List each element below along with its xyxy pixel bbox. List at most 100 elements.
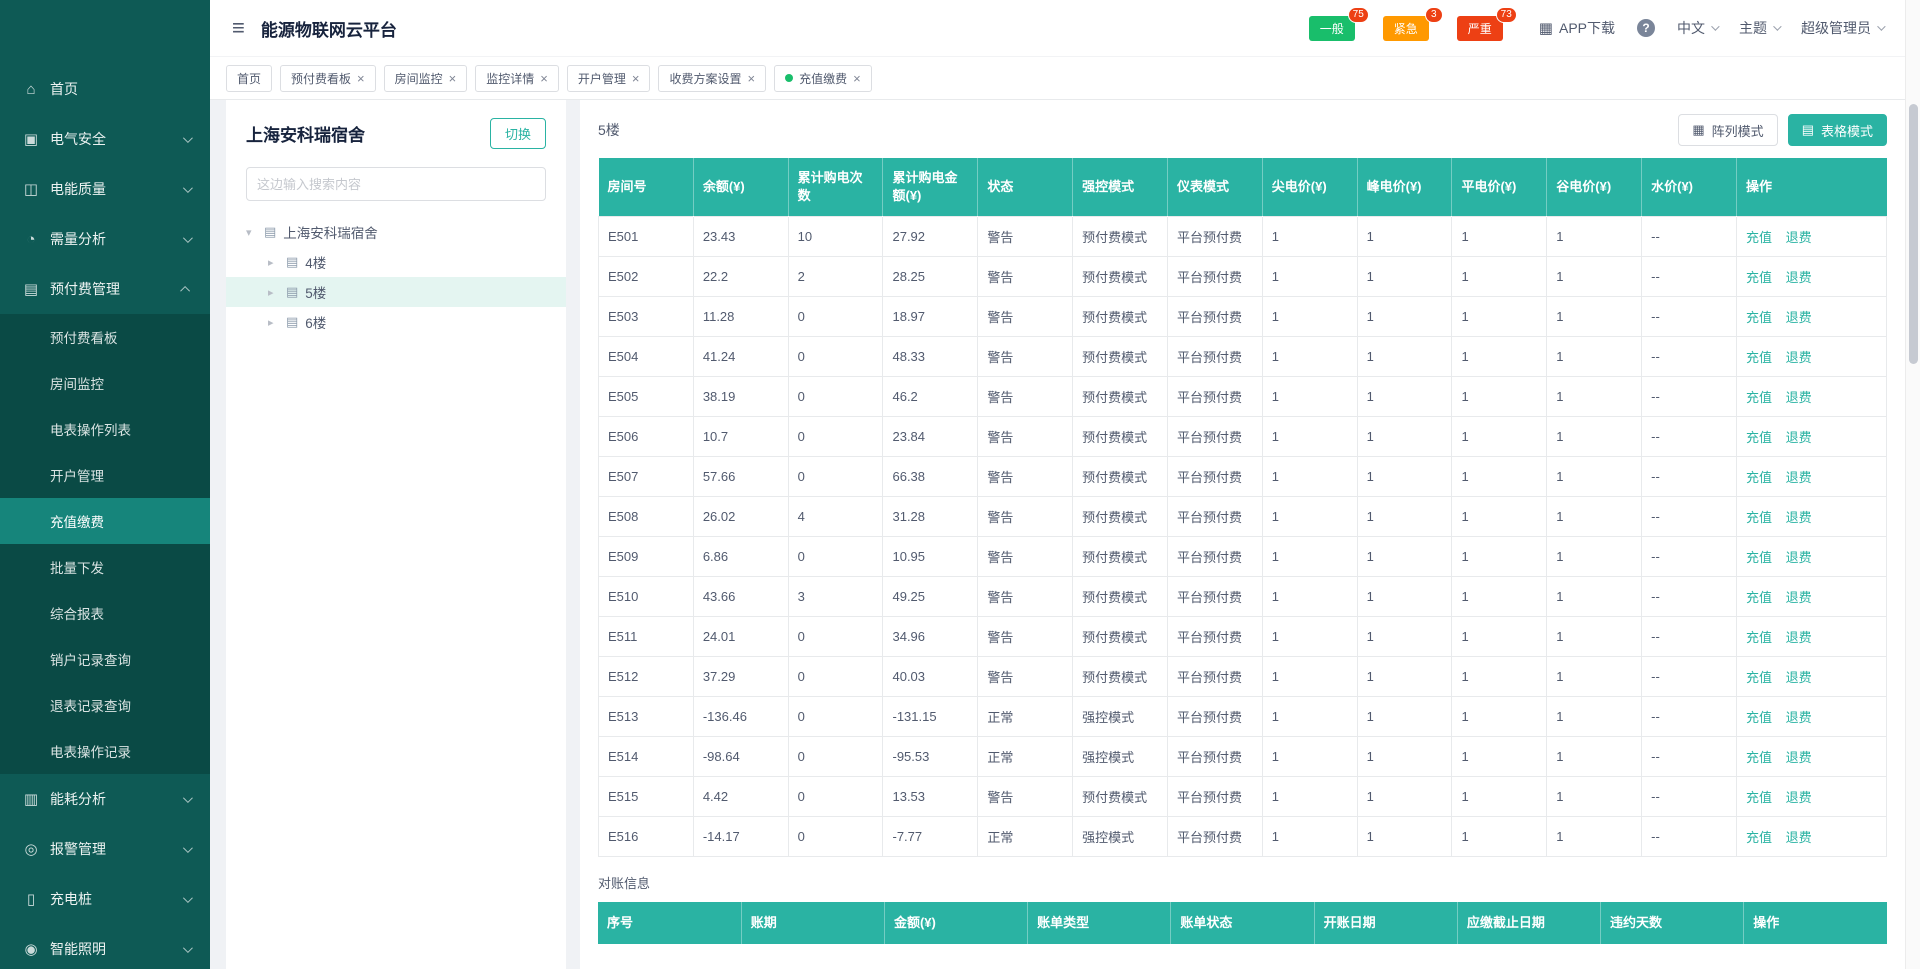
table-mode-button[interactable]: ▤ 表格模式 bbox=[1788, 114, 1887, 146]
sidebar-item-smart-lighting[interactable]: ◉ 智能照明 bbox=[0, 924, 210, 969]
recharge-link[interactable]: 充值 bbox=[1746, 790, 1772, 805]
sidebar-subitem[interactable]: 销户记录查询 bbox=[0, 636, 210, 682]
sidebar-subitem[interactable]: 房间监控 bbox=[0, 360, 210, 406]
sidebar-subitem[interactable]: 电表操作列表 bbox=[0, 406, 210, 452]
sidebar-item-electrical-safety[interactable]: ▣ 电气安全 bbox=[0, 114, 210, 164]
sidebar-item-power-quality[interactable]: ◫ 电能质量 bbox=[0, 164, 210, 214]
tree-node-label: 5楼 bbox=[305, 282, 326, 302]
user-menu[interactable]: 超级管理员 bbox=[1801, 18, 1883, 38]
water-price-cell: -- bbox=[1642, 776, 1737, 816]
tab-room-monitor[interactable]: 房间监控 × bbox=[384, 65, 468, 92]
control-mode-cell: 预付费模式 bbox=[1073, 376, 1168, 416]
sidebar-item-alarm-management[interactable]: ◎ 报警管理 bbox=[0, 824, 210, 874]
tab-fee-plan-settings[interactable]: 收费方案设置 × bbox=[658, 65, 766, 92]
recharge-link[interactable]: 充值 bbox=[1746, 750, 1772, 765]
tab-recharge-payment[interactable]: 充值缴费 × bbox=[774, 65, 872, 92]
alarm-badge-urgent[interactable]: 紧急 3 bbox=[1383, 16, 1429, 41]
sidebar-item-prepaid-management[interactable]: ▤ 预付费管理 bbox=[0, 264, 210, 314]
sidebar-item-charging-pile[interactable]: ▯ 充电桩 bbox=[0, 874, 210, 924]
refund-link[interactable]: 退费 bbox=[1786, 270, 1812, 285]
recharge-link[interactable]: 充值 bbox=[1746, 550, 1772, 565]
caret-down-icon[interactable]: ▾ bbox=[246, 226, 257, 239]
caret-right-icon[interactable]: ▸ bbox=[268, 286, 279, 299]
scrollbar-thumb[interactable] bbox=[1909, 104, 1918, 364]
caret-right-icon[interactable]: ▸ bbox=[268, 256, 279, 269]
app-download-link[interactable]: ▦ APP下载 bbox=[1539, 18, 1615, 38]
vertical-scrollbar[interactable] bbox=[1905, 0, 1920, 969]
refund-link[interactable]: 退费 bbox=[1786, 430, 1812, 445]
refund-link[interactable]: 退费 bbox=[1786, 790, 1812, 805]
tree-floor-node[interactable]: ▸ ▤ 6楼 bbox=[226, 307, 566, 337]
tree-root-node[interactable]: ▾ ▤ 上海安科瑞宿舍 bbox=[226, 217, 566, 247]
tab-label: 监控详情 bbox=[486, 70, 534, 87]
chevron-down-icon bbox=[183, 843, 193, 853]
sidebar-item-energy-analysis[interactable]: ▥ 能耗分析 bbox=[0, 774, 210, 824]
sidebar-subitem[interactable]: 批量下发 bbox=[0, 544, 210, 590]
hamburger-menu-icon[interactable]: ≡ bbox=[232, 17, 245, 39]
sidebar-subitem[interactable]: 退表记录查询 bbox=[0, 682, 210, 728]
tab-close-icon[interactable]: × bbox=[449, 72, 457, 85]
recharge-link[interactable]: 充值 bbox=[1746, 430, 1772, 445]
refund-link[interactable]: 退费 bbox=[1786, 470, 1812, 485]
recharge-link[interactable]: 充值 bbox=[1746, 310, 1772, 325]
tab-account-management[interactable]: 开户管理 × bbox=[567, 65, 651, 92]
sidebar-item-home[interactable]: ⌂ 首页 bbox=[0, 64, 210, 114]
language-selector[interactable]: 中文 bbox=[1677, 18, 1717, 38]
recharge-link[interactable]: 充值 bbox=[1746, 830, 1772, 845]
sidebar-subitem[interactable]: 开户管理 bbox=[0, 452, 210, 498]
recharge-link[interactable]: 充值 bbox=[1746, 630, 1772, 645]
refund-link[interactable]: 退费 bbox=[1786, 310, 1812, 325]
tab-prepaid-dashboard[interactable]: 预付费看板 × bbox=[280, 65, 376, 92]
matrix-mode-button[interactable]: ▦ 阵列模式 bbox=[1678, 114, 1777, 146]
tree-search-input[interactable] bbox=[246, 167, 546, 201]
recharge-link[interactable]: 充值 bbox=[1746, 390, 1772, 405]
recharge-link[interactable]: 充值 bbox=[1746, 230, 1772, 245]
theme-selector[interactable]: 主题 bbox=[1739, 18, 1779, 38]
sidebar-subitem[interactable]: 预付费看板 bbox=[0, 314, 210, 360]
alarm-management-icon: ◎ bbox=[22, 840, 40, 858]
help-icon[interactable]: ? bbox=[1637, 19, 1655, 37]
tab-close-icon[interactable]: × bbox=[632, 72, 640, 85]
tree-floor-node[interactable]: ▸ ▤ 5楼 bbox=[226, 277, 566, 307]
flat-price-cell: 1 bbox=[1452, 496, 1547, 536]
meter-mode-cell: 平台预付费 bbox=[1167, 496, 1262, 536]
tree-floor-node[interactable]: ▸ ▤ 4楼 bbox=[226, 247, 566, 277]
refund-link[interactable]: 退费 bbox=[1786, 830, 1812, 845]
recharge-link[interactable]: 充值 bbox=[1746, 350, 1772, 365]
refund-link[interactable]: 退费 bbox=[1786, 390, 1812, 405]
sidebar-subitem[interactable]: 充值缴费 bbox=[0, 498, 210, 544]
refund-link[interactable]: 退费 bbox=[1786, 710, 1812, 725]
refund-link[interactable]: 退费 bbox=[1786, 590, 1812, 605]
recharge-link[interactable]: 充值 bbox=[1746, 590, 1772, 605]
sidebar-subitem[interactable]: 综合报表 bbox=[0, 590, 210, 636]
recharge-link[interactable]: 充值 bbox=[1746, 510, 1772, 525]
table-row: E510 43.66 3 49.25 警告 预付费模式 平台预付费 1 1 1 bbox=[599, 576, 1887, 616]
tab-close-icon[interactable]: × bbox=[853, 72, 861, 85]
refund-link[interactable]: 退费 bbox=[1786, 550, 1812, 565]
refund-link[interactable]: 退费 bbox=[1786, 670, 1812, 685]
recharge-link[interactable]: 充值 bbox=[1746, 710, 1772, 725]
refund-link[interactable]: 退费 bbox=[1786, 630, 1812, 645]
refund-link[interactable]: 退费 bbox=[1786, 750, 1812, 765]
chevron-down-icon bbox=[1773, 22, 1781, 30]
tab-home[interactable]: 首页 bbox=[226, 65, 272, 92]
sidebar-subitem[interactable]: 电表操作记录 bbox=[0, 728, 210, 774]
water-price-cell: -- bbox=[1642, 616, 1737, 656]
switch-building-button[interactable]: 切换 bbox=[490, 118, 546, 149]
alarm-badge-severe[interactable]: 严重 73 bbox=[1457, 16, 1503, 41]
sidebar-item-demand-analysis[interactable]: ◔ 需量分析 bbox=[0, 214, 210, 264]
balance-cell: 6.86 bbox=[693, 536, 788, 576]
submenu-label: 销户记录查询 bbox=[50, 649, 131, 669]
caret-right-icon[interactable]: ▸ bbox=[268, 316, 279, 329]
tab-close-icon[interactable]: × bbox=[747, 72, 755, 85]
refund-link[interactable]: 退费 bbox=[1786, 510, 1812, 525]
alarm-badge-general[interactable]: 一般 75 bbox=[1309, 16, 1355, 41]
refund-link[interactable]: 退费 bbox=[1786, 350, 1812, 365]
tab-monitor-detail[interactable]: 监控详情 × bbox=[475, 65, 559, 92]
recharge-link[interactable]: 充值 bbox=[1746, 270, 1772, 285]
recharge-link[interactable]: 充值 bbox=[1746, 470, 1772, 485]
tab-close-icon[interactable]: × bbox=[357, 72, 365, 85]
recharge-link[interactable]: 充值 bbox=[1746, 670, 1772, 685]
refund-link[interactable]: 退费 bbox=[1786, 230, 1812, 245]
tab-close-icon[interactable]: × bbox=[540, 72, 548, 85]
